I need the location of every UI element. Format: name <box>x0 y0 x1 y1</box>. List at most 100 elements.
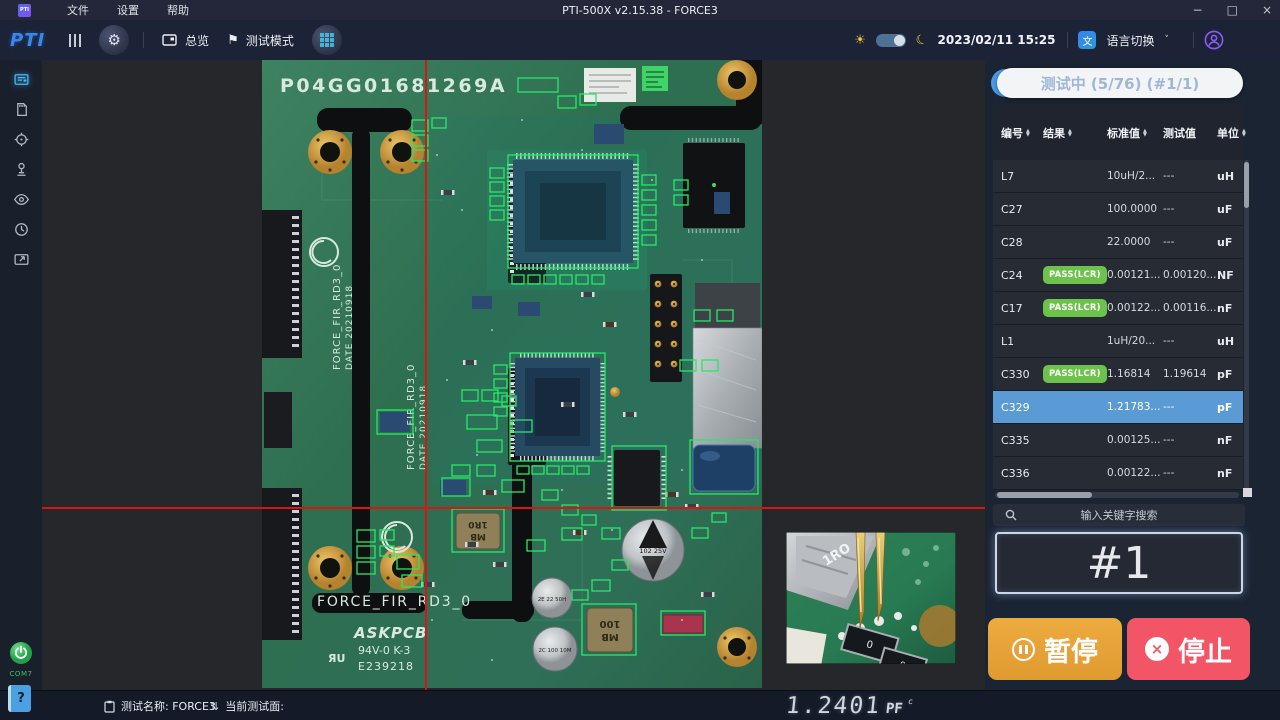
camera-viewport[interactable]: 102 25V 2E 22 50H 2C 100 10M MB 1R0 MB 1… <box>42 60 985 690</box>
circuit-board-icon <box>13 71 30 88</box>
eye-icon <box>13 191 30 208</box>
result-cell: PASS(LCR) <box>1043 365 1107 383</box>
component-id: L1 <box>1001 335 1043 348</box>
pause-button[interactable]: 暂停 <box>988 618 1122 680</box>
table-row[interactable]: C3291.21783...---pF <box>993 391 1243 424</box>
sd-card-icon <box>13 101 30 118</box>
stop-label: 停止 <box>1178 630 1232 669</box>
overview-icon <box>162 33 178 47</box>
minimize-button[interactable]: − <box>1193 3 1203 17</box>
table-row[interactable]: C3350.00125...---nF <box>993 424 1243 457</box>
language-switch-button[interactable]: 语言切换 <box>1106 32 1154 49</box>
crosshair-vertical <box>425 60 427 690</box>
sort-arrows-icon[interactable]: ▲▼ <box>1242 129 1246 137</box>
maximize-button[interactable]: □ <box>1227 3 1238 17</box>
test-name-item: 测试名称: FORCE3 <box>104 691 216 720</box>
fixture-number-display: #1 <box>995 532 1243 594</box>
inductor-label: 100 <box>600 618 621 629</box>
table-row[interactable]: C330PASS(LCR)1.168141.19614pF <box>993 358 1243 391</box>
result-table-header: 编号▲▼结果▲▼标准值▲▼测试值单位▲▼ <box>993 105 1243 160</box>
stop-x-icon: × <box>1145 637 1169 661</box>
com-port-indicator[interactable]: COM7 <box>0 641 42 678</box>
theme-toggle[interactable] <box>876 34 906 47</box>
test-value: --- <box>1163 236 1217 248</box>
settings-gear-button[interactable]: ⚙ <box>99 25 129 55</box>
board-name: FORCE_FIR_RD3_0 <box>317 594 472 610</box>
user-avatar[interactable] <box>1204 30 1224 50</box>
inductor-label: MB <box>601 631 619 642</box>
moon-icon: ☾ <box>914 31 930 49</box>
column-header[interactable]: 编号▲▼ <box>1001 125 1043 141</box>
search-bar <box>993 504 1245 526</box>
overview-button[interactable]: 总览 <box>162 32 209 49</box>
sidebar-item-history[interactable] <box>0 214 42 244</box>
search-input[interactable] <box>993 509 1245 522</box>
test-name-label: 测试名称: FORCE3 <box>121 698 216 714</box>
gear-icon: ⚙ <box>107 31 120 49</box>
stop-button[interactable]: × 停止 <box>1127 618 1250 680</box>
table-row[interactable]: C17PASS(LCR)0.00122...0.00116...nF <box>993 292 1243 325</box>
standard-value: 1uH/20... <box>1107 335 1163 347</box>
component-id: C336 <box>1001 467 1043 480</box>
test-mode-button[interactable]: ⚑ 测试模式 <box>227 32 294 49</box>
menu-settings[interactable]: 设置 <box>117 2 139 18</box>
help-manual-button[interactable]: ? <box>8 685 31 712</box>
column-header[interactable]: 结果▲▼ <box>1043 125 1107 141</box>
collapse-menu-icon[interactable] <box>69 34 81 47</box>
standard-value: 10uH/2... <box>1107 170 1163 182</box>
menu-help[interactable]: 帮助 <box>167 2 189 18</box>
datetime-label: 2023/02/11 15:25 <box>938 33 1056 47</box>
clock-history-icon <box>13 221 30 238</box>
sidebar-item-manual-control[interactable] <box>0 154 42 184</box>
standard-value: 0.00121... <box>1107 269 1163 281</box>
component-id: C335 <box>1001 434 1043 447</box>
overview-label: 总览 <box>185 32 209 49</box>
sidebar-item-inspection[interactable] <box>0 184 42 214</box>
results-panel: 测试中 (5/76) (#1/1) 编号▲▼结果▲▼标准值▲▼测试值单位▲▼ L… <box>985 60 1280 690</box>
sort-arrows-icon[interactable]: ▲▼ <box>1026 129 1030 137</box>
sidebar-item-save-card[interactable] <box>0 94 42 124</box>
table-row[interactable]: L11uH/20...---uH <box>993 325 1243 358</box>
sidebar-item-calibration[interactable] <box>0 124 42 154</box>
column-header[interactable]: 标准值▲▼ <box>1107 125 1163 141</box>
current-side-label: 当前测试面: <box>225 698 284 714</box>
chevron-down-icon: ˅ <box>1165 35 1170 45</box>
sidebar-item-screen-cast[interactable] <box>0 244 42 274</box>
column-header[interactable]: 测试值 <box>1163 125 1217 141</box>
close-button[interactable]: × <box>1262 3 1272 17</box>
standard-value: 1.21783... <box>1107 401 1163 413</box>
result-cell: PASS(LCR) <box>1043 299 1107 317</box>
test-value: 1.19614 <box>1163 368 1217 380</box>
column-header[interactable]: 单位▲▼ <box>1217 125 1251 141</box>
table-row[interactable]: C3360.00122...---nF <box>993 457 1243 490</box>
table-row[interactable]: C2822.0000---uF <box>993 226 1243 259</box>
scroll-thumb[interactable] <box>997 492 1092 498</box>
table-horizontal-scrollbar[interactable] <box>995 492 1239 498</box>
table-row[interactable]: C24PASS(LCR)0.00121...0.00120...NF <box>993 259 1243 292</box>
menu-file[interactable]: 文件 <box>67 2 89 18</box>
measurement-display: 1.2401 PF c <box>784 691 914 720</box>
standard-value: 1.16814 <box>1107 368 1163 380</box>
table-vertical-scrollbar[interactable] <box>1244 160 1249 490</box>
cap-marking: 2C 100 10M <box>538 648 571 654</box>
table-row[interactable]: C27100.0000---uF <box>993 193 1243 226</box>
pcb-photo[interactable]: 102 25V 2E 22 50H 2C 100 10M MB 1R0 MB 1… <box>262 60 762 688</box>
test-value: --- <box>1163 335 1217 347</box>
test-value: --- <box>1163 203 1217 215</box>
sort-arrows-icon[interactable]: ▲▼ <box>1068 129 1072 137</box>
pause-icon <box>1012 638 1035 661</box>
crosshair-horizontal <box>42 507 985 509</box>
search-icon <box>1005 509 1017 521</box>
secondary-chip <box>513 355 603 458</box>
standard-value: 0.00125... <box>1107 434 1163 446</box>
sidebar-item-board-view[interactable] <box>0 64 42 94</box>
board-name-vertical: FORCE_FIR_RD3_0 <box>332 264 343 370</box>
app-icon: PTI <box>18 4 31 17</box>
sun-icon: ☀ <box>854 33 866 48</box>
table-row[interactable]: L710uH/2...---uH <box>993 160 1243 193</box>
cap-marking: 2E 22 50H <box>538 597 567 603</box>
toolbar-separator <box>1067 32 1068 48</box>
sort-arrows-icon[interactable]: ▲▼ <box>1143 129 1147 137</box>
grid-view-button[interactable] <box>312 25 342 55</box>
scroll-thumb[interactable] <box>1244 162 1249 208</box>
